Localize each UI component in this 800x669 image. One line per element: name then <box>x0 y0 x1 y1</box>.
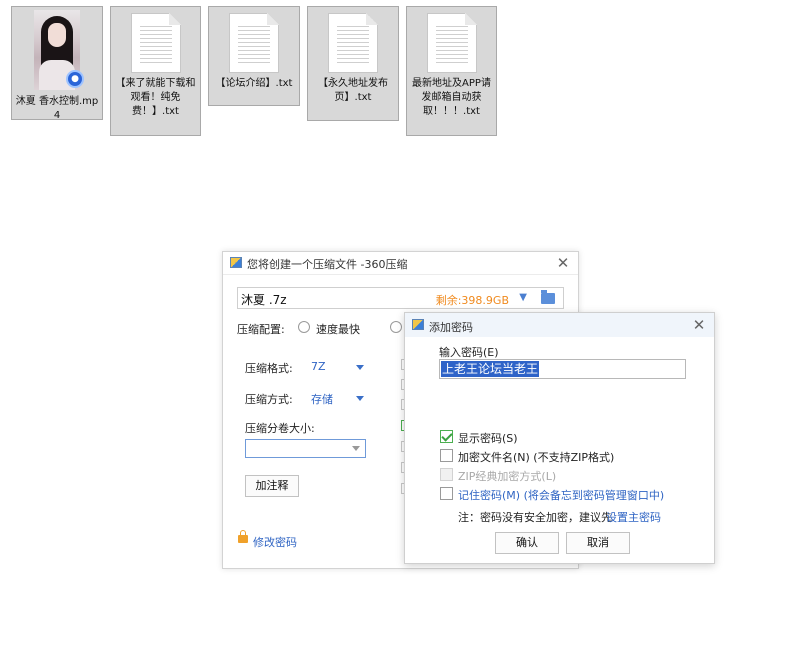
show-password-label[interactable]: 显示密码(S) <box>458 430 518 446</box>
compress-app-icon <box>412 319 424 330</box>
config-radio-2[interactable] <box>390 321 402 333</box>
file-label: 【论坛介绍】.txt <box>215 78 293 89</box>
lock-icon <box>238 530 248 543</box>
add-comment-button[interactable]: 加注释 <box>245 475 299 497</box>
text-file-icon <box>426 13 477 73</box>
text-file-icon <box>229 13 279 73</box>
method-select[interactable]: 存储 <box>311 391 333 407</box>
folder-icon[interactable] <box>541 290 555 304</box>
password-titlebar[interactable]: 添加密码 ✕ <box>405 313 714 337</box>
split-size-combo[interactable] <box>245 439 366 458</box>
file-text-3[interactable]: 【永久地址发布页】.txt <box>307 6 399 121</box>
format-dropdown-icon[interactable] <box>356 365 364 370</box>
chevron-down-icon[interactable] <box>352 446 360 451</box>
show-password-checkbox[interactable] <box>440 430 453 443</box>
password-dialog-title: 添加密码 <box>429 321 473 334</box>
cancel-button[interactable]: 取消 <box>566 532 630 554</box>
text-file-icon <box>130 13 181 73</box>
remember-password-checkbox[interactable] <box>440 487 453 500</box>
file-video[interactable]: ● 沐夏 香水控制.mp4 <box>11 6 103 121</box>
chevron-down-icon[interactable]: ▼ <box>519 292 527 303</box>
file-label: 【来了就能下载和观看！纯免费！】.txt <box>115 78 196 117</box>
method-label: 压缩方式: <box>245 393 293 406</box>
add-password-dialog: 添加密码 ✕ 输入密码(E) 上老王论坛当老王 显示密码(S) 加密文件名(N)… <box>404 312 715 564</box>
encrypt-filenames-checkbox[interactable] <box>440 449 453 462</box>
archive-name: 沐夏 .7z <box>241 293 287 307</box>
video-thumbnail: ● <box>34 10 84 90</box>
remember-password-label[interactable]: 记住密码(M) (将会备忘到密码管理窗口中) <box>458 487 664 503</box>
change-password-link[interactable]: 修改密码 <box>253 534 297 550</box>
text-file-icon <box>328 13 378 73</box>
method-dropdown-icon[interactable] <box>356 396 364 401</box>
file-text-4[interactable]: 最新地址及APP请发邮箱自动获取！！！.txt <box>406 6 497 136</box>
file-label: 沐夏 香水控制.mp4 <box>15 96 99 121</box>
file-text-1[interactable]: 【来了就能下载和观看！纯免费！】.txt <box>110 6 201 136</box>
close-icon[interactable]: ✕ <box>692 318 706 333</box>
close-icon[interactable]: ✕ <box>556 256 570 271</box>
format-select[interactable]: 7Z <box>311 360 326 373</box>
password-value: 上老王论坛当老王 <box>441 361 540 377</box>
security-note: 注：密码没有安全加密，建议先 <box>458 511 612 524</box>
file-label: 最新地址及APP请发邮箱自动获取！！！.txt <box>412 78 491 117</box>
zip-classic-label: ZIP经典加密方式(L) <box>458 470 557 483</box>
config-label: 压缩配置: <box>237 323 285 336</box>
archive-path-input[interactable]: 沐夏 .7z 剩余:398.9GB ▼ <box>237 287 564 309</box>
speed-fastest-label[interactable]: 速度最快 <box>316 321 360 337</box>
password-input[interactable]: 上老王论坛当老王 <box>439 359 686 379</box>
format-label: 压缩格式: <box>245 362 293 375</box>
split-size-label: 压缩分卷大小: <box>245 422 315 435</box>
speed-fastest-radio[interactable] <box>298 321 310 333</box>
zip-classic-checkbox <box>440 468 453 481</box>
file-label: 【永久地址发布页】.txt <box>318 78 388 103</box>
compress-app-icon <box>230 257 242 268</box>
set-master-password-link[interactable]: 设置主密码 <box>606 509 661 525</box>
compress-window-title: 您将创建一个压缩文件 -360压缩 <box>247 258 408 271</box>
ok-button[interactable]: 确认 <box>495 532 559 554</box>
free-space: 剩余:398.9GB <box>435 294 509 307</box>
file-text-2[interactable]: 【论坛介绍】.txt <box>208 6 300 106</box>
encrypt-filenames-label[interactable]: 加密文件名(N) (不支持ZIP格式) <box>458 449 614 465</box>
compress-titlebar[interactable]: 您将创建一个压缩文件 -360压缩 ✕ <box>223 252 578 275</box>
password-input-label: 输入密码(E) <box>439 346 499 359</box>
video-player-icon: ● <box>66 70 84 88</box>
